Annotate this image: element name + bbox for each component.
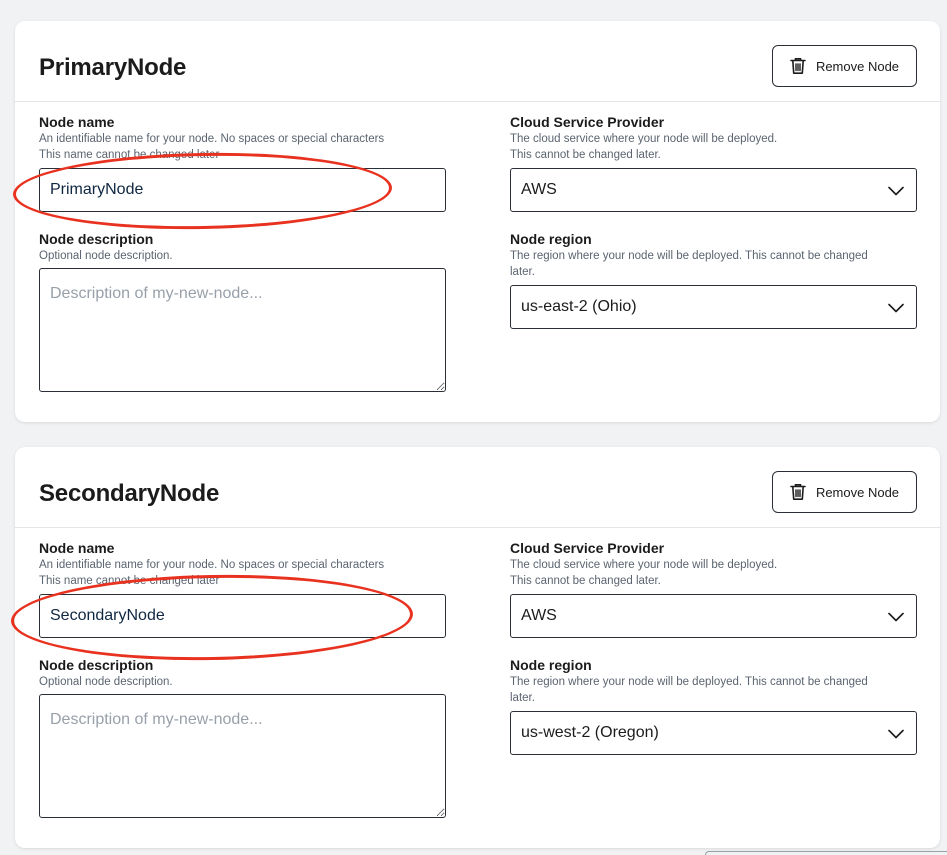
chevron-down-icon [888,183,904,201]
node-description-help: Optional node description. [39,250,173,262]
chevron-down-icon [888,726,904,744]
chevron-down-icon [888,300,904,318]
cloud-provider-help: The cloud service where your node will b… [510,559,778,571]
node-region-help-2: later. [510,266,535,278]
scroll-edge [705,851,947,855]
node-description-label: Node description [39,231,154,247]
node-name-field: Node name An identifiable name for your … [39,540,446,638]
node-region-value: us-west-2 (Oregon) [521,724,659,741]
node-name-help-2: This name cannot be changed later [39,149,220,161]
cloud-provider-help-2: This cannot be changed later. [510,575,661,587]
cloud-provider-select[interactable]: AWS [510,594,917,638]
node-region-help: The region where your node will be deplo… [510,250,868,262]
node-name-label: Node name [39,114,115,130]
node-region-label: Node region [510,231,592,247]
node-region-select[interactable]: us-east-2 (Ohio) [510,285,917,329]
node-region-label: Node region [510,657,592,673]
trash-icon [790,483,806,501]
node-name-help: An identifiable name for your node. No s… [39,559,385,571]
node-region-value: us-east-2 (Ohio) [521,298,637,315]
card-header: SecondaryNode Remove Node [15,447,940,528]
remove-node-label: Remove Node [815,58,900,74]
node-description-input[interactable] [39,694,446,818]
node-description-help: Optional node description. [39,676,173,688]
cloud-provider-value: AWS [521,607,557,624]
node-region-select[interactable]: us-west-2 (Oregon) [510,711,917,755]
remove-node-button[interactable]: Remove Node [772,45,917,87]
trash-icon [790,57,806,75]
card-title: PrimaryNode [39,54,187,81]
node-card-secondary: SecondaryNode Remove Node Node name An i… [15,447,940,848]
cloud-provider-select[interactable]: AWS [510,168,917,212]
node-description-input[interactable] [39,268,446,392]
node-name-input[interactable] [39,594,446,638]
cloud-provider-help-2: This cannot be changed later. [510,149,661,161]
node-region-help: The region where your node will be deplo… [510,676,868,688]
card-header: PrimaryNode Remove Node [15,21,940,102]
remove-node-button[interactable]: Remove Node [772,471,917,513]
cloud-provider-label: Cloud Service Provider [510,540,665,556]
cloud-provider-value: AWS [521,181,557,198]
node-description-field: Node description Optional node descripti… [39,231,446,392]
node-name-field: Node name An identifiable name for your … [39,114,446,212]
cloud-provider-field: Cloud Service Provider The cloud service… [510,540,917,638]
node-region-field: Node region The region where your node w… [510,657,917,755]
card-title: SecondaryNode [39,480,220,507]
node-description-label: Node description [39,657,154,673]
cloud-provider-help: The cloud service where your node will b… [510,133,778,145]
node-name-input[interactable] [39,168,446,212]
node-name-label: Node name [39,540,115,556]
node-region-field: Node region The region where your node w… [510,231,917,329]
node-name-help-2: This name cannot be changed later [39,575,220,587]
cloud-provider-field: Cloud Service Provider The cloud service… [510,114,917,212]
node-name-help: An identifiable name for your node. No s… [39,133,385,145]
remove-node-label: Remove Node [815,484,900,500]
node-region-help-2: later. [510,692,535,704]
cloud-provider-label: Cloud Service Provider [510,114,665,130]
chevron-down-icon [888,609,904,627]
node-description-field: Node description Optional node descripti… [39,657,446,818]
node-card-primary: PrimaryNode Remove Node Node name An ide… [15,21,940,422]
